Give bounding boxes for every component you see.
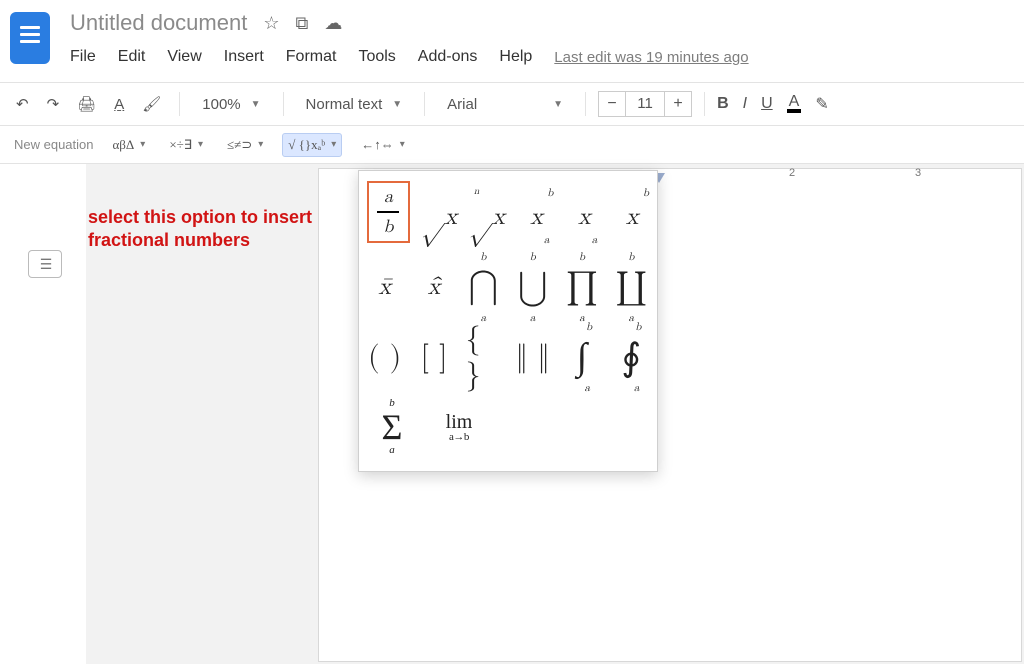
menu-file[interactable]: File — [70, 48, 96, 66]
text-color-button[interactable]: A — [787, 95, 802, 113]
equation-toolbar: New equation αβΔ▾ ×÷∃▾ ≤≠⊃▾ √ {}xₐᵇ▾ ←↑⇔… — [0, 126, 1024, 164]
cloud-icon[interactable]: ☁ — [324, 13, 342, 34]
integral-option[interactable]: b ∫ a — [564, 331, 599, 383]
product-option[interactable]: b ∏ a — [564, 261, 599, 313]
menu-view[interactable]: View — [167, 48, 201, 66]
fraction-bar-icon — [377, 211, 399, 213]
zoom-value: 100% — [202, 96, 240, 113]
main-toolbar: ↶ ↷ 🖨 A̱ 🖌 100%▼ Normal text▼ Arial▼ − 1… — [0, 82, 1024, 126]
font-value: Arial — [447, 96, 477, 113]
star-icon[interactable]: ☆ — [263, 13, 279, 34]
eq-arrows-dropdown[interactable]: ←↑⇔▾ — [356, 134, 410, 156]
underline-button[interactable]: U — [761, 95, 773, 113]
font-size-stepper: − 11 + — [598, 91, 692, 117]
summation-option[interactable]: b Σ a — [367, 401, 417, 453]
sqrt-option[interactable]: √x — [424, 191, 458, 243]
bold-button[interactable]: B — [717, 95, 729, 113]
italic-button[interactable]: I — [743, 95, 747, 113]
bigcup-option[interactable]: b ⋃ a — [515, 261, 550, 313]
redo-button[interactable]: ↷ — [41, 91, 66, 117]
brace-option[interactable]: { } — [466, 331, 501, 383]
menu-tools[interactable]: Tools — [358, 48, 395, 66]
limit-option[interactable]: lim a→b — [431, 401, 487, 453]
annotation-callout: select this option to insert fractional … — [88, 206, 318, 251]
math-operations-palette: a b √x n √x x b a x a — [358, 170, 658, 472]
menu-insert[interactable]: Insert — [224, 48, 264, 66]
contour-integral-option[interactable]: b ∮ a — [614, 331, 649, 383]
highlight-button[interactable]: ✎ — [815, 94, 828, 114]
menu-edit[interactable]: Edit — [118, 48, 146, 66]
paren-option[interactable]: ( ) — [367, 331, 402, 383]
font-family-select[interactable]: Arial▼ — [437, 96, 573, 113]
ruler-tick-3: 3 — [915, 167, 921, 179]
new-equation-button[interactable]: New equation — [14, 137, 94, 152]
sub-super-option[interactable]: x b a — [520, 191, 554, 243]
ruler-tick-2: 2 — [789, 167, 795, 179]
fraction-numerator: a — [384, 186, 393, 208]
menu-addons[interactable]: Add-ons — [418, 48, 478, 66]
undo-button[interactable]: ↶ — [10, 91, 35, 117]
move-icon[interactable]: ⧉ — [295, 13, 308, 34]
bars-option[interactable]: ‖ ‖ — [515, 331, 550, 383]
coproduct-option[interactable]: b ∐ a — [614, 261, 649, 313]
font-size-increase[interactable]: + — [665, 95, 691, 113]
bracket-option[interactable]: [ ] — [416, 331, 451, 383]
nth-root-option[interactable]: n √x — [472, 191, 506, 243]
eq-ops-dropdown[interactable]: ×÷∃▾ — [164, 134, 208, 156]
paint-format-button[interactable]: 🖌 — [136, 91, 167, 117]
left-gutter — [0, 164, 86, 664]
xhat-option[interactable]: x̂ — [416, 261, 451, 313]
menu-help[interactable]: Help — [499, 48, 532, 66]
fraction-option[interactable]: a b — [367, 181, 410, 243]
xbar-option[interactable]: x̄ — [367, 261, 402, 313]
fraction-denominator: b — [383, 216, 393, 238]
document-area: select this option to insert fractional … — [0, 164, 1024, 664]
bigcap-option[interactable]: b ⋂ a — [466, 261, 501, 313]
menu-bar: File Edit View Insert Format Tools Add-o… — [70, 40, 1014, 74]
subscript-option[interactable]: x a — [567, 191, 601, 243]
font-size-decrease[interactable]: − — [599, 95, 625, 113]
font-size-value[interactable]: 11 — [625, 92, 665, 116]
outline-toggle[interactable] — [28, 250, 62, 278]
document-title[interactable]: Untitled document — [70, 10, 247, 36]
eq-relations-dropdown[interactable]: ≤≠⊃▾ — [222, 134, 268, 156]
last-edit-status[interactable]: Last edit was 19 minutes ago — [554, 49, 748, 66]
docs-app-icon[interactable] — [10, 12, 50, 64]
eq-math-dropdown[interactable]: √ {}xₐᵇ▾ — [282, 133, 342, 157]
zoom-select[interactable]: 100%▼ — [192, 96, 270, 113]
eq-greek-dropdown[interactable]: αβΔ▾ — [108, 134, 151, 156]
spellcheck-button[interactable]: A̱ — [108, 92, 130, 117]
outline-icon — [40, 256, 51, 273]
paragraph-style-select[interactable]: Normal text▼ — [296, 96, 413, 113]
style-value: Normal text — [306, 96, 383, 113]
superscript-option[interactable]: x b — [615, 191, 649, 243]
menu-format[interactable]: Format — [286, 48, 337, 66]
print-button[interactable]: 🖨 — [71, 91, 102, 117]
